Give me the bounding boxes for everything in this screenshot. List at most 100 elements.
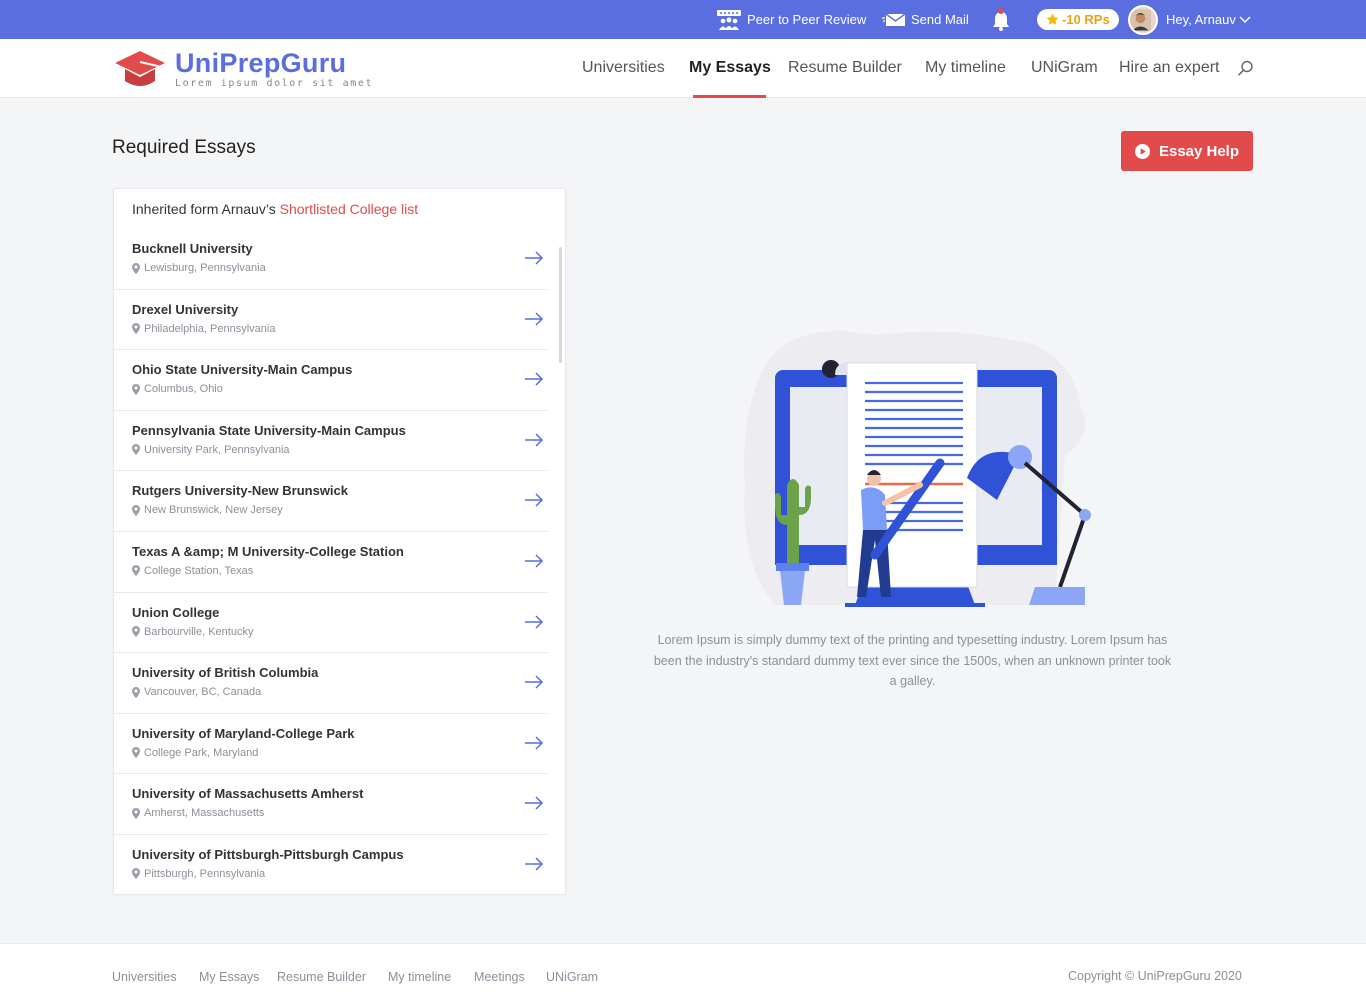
peer-review-label: Peer to Peer Review (747, 12, 867, 27)
send-mail-link[interactable]: Send Mail (882, 0, 969, 39)
university-location: College Station, Texas (132, 565, 253, 577)
university-location-text: Vancouver, BC, Canada (144, 686, 262, 699)
footer-link-my-essays[interactable]: My Essays (199, 970, 259, 984)
university-location-text: Pittsburgh, Pennsylvania (144, 867, 266, 880)
arrow-right-icon[interactable] (524, 433, 544, 447)
university-name: Union College (132, 604, 220, 620)
university-location: University Park, Pennsylvania (132, 444, 290, 456)
footer-link-resume-builder[interactable]: Resume Builder (277, 970, 366, 984)
arrow-right-icon[interactable] (524, 736, 544, 750)
footer-link-meetings[interactable]: Meetings (474, 970, 525, 984)
top-bar: Peer to Peer Review Send Mail -10 RPs He… (0, 0, 1366, 39)
university-name: University of Massachusetts Amherst (132, 786, 364, 802)
brand-logo[interactable]: UniPrepGuru Lorem ipsum dolor sit amet (113, 47, 373, 91)
university-location-text: New Brunswick, New Jersey (144, 504, 283, 517)
university-location: New Brunswick, New Jersey (132, 504, 283, 516)
peer-review-icon (717, 9, 741, 30)
university-row[interactable]: Texas A &amp; M University-College Stati… (114, 532, 548, 593)
university-row[interactable]: University of Pittsburgh-Pittsburgh Camp… (114, 835, 548, 896)
search-icon[interactable] (1237, 60, 1254, 77)
arrow-right-icon[interactable] (524, 312, 544, 326)
chevron-down-icon (1239, 15, 1251, 23)
university-location-text: College Station, Texas (144, 564, 254, 577)
map-pin-icon (132, 565, 140, 577)
brand-tagline: Lorem ipsum dolor sit amet (175, 78, 374, 89)
essay-illustration (744, 331, 1091, 607)
university-name: Pennsylvania State University-Main Campu… (132, 422, 406, 438)
university-location-text: Amherst, Massachusetts (144, 807, 265, 820)
nav-unigram[interactable]: UNiGram (1031, 59, 1098, 77)
essay-help-label: Essay Help (1158, 142, 1240, 160)
brand-name: UniPrepGuru (175, 48, 347, 78)
footer-link-universities[interactable]: Universities (112, 970, 177, 984)
notifications-button[interactable] (990, 0, 1017, 39)
university-name: Texas A &amp; M University-College Stati… (132, 543, 404, 559)
university-location: College Park, Maryland (132, 747, 258, 759)
arrow-right-icon[interactable] (524, 554, 544, 568)
footer-link-unigram[interactable]: UNiGram (546, 970, 598, 984)
university-row[interactable]: Drexel University Philadelphia, Pennsylva… (114, 290, 548, 351)
university-row[interactable]: University of Massachusetts Amherst Amher… (114, 774, 548, 835)
user-greeting: Hey, Arnauv (1166, 12, 1236, 27)
university-location: Barbourville, Kentucky (132, 626, 253, 638)
university-row[interactable]: University of Maryland-College Park Colle… (114, 714, 548, 775)
university-location-text: Barbourville, Kentucky (144, 625, 254, 638)
university-name: University of Maryland-College Park (132, 725, 355, 741)
arrow-right-icon[interactable] (524, 796, 544, 810)
arrow-right-icon[interactable] (524, 857, 544, 871)
arrow-right-icon[interactable] (524, 675, 544, 689)
map-pin-icon (132, 747, 140, 759)
university-location: Pittsburgh, Pennsylvania (132, 868, 265, 880)
footer-link-my-timeline[interactable]: My timeline (388, 970, 451, 984)
shortlisted-college-link[interactable]: Shortlisted College list (280, 201, 419, 217)
university-name: University of British Columbia (132, 665, 319, 681)
nav-hire-an-expert[interactable]: Hire an expert (1119, 59, 1220, 77)
university-name: Drexel University (132, 301, 239, 317)
empty-state-description: Lorem Ipsum is simply dummy text of the … (653, 633, 1172, 688)
page-title: Required Essays (112, 137, 256, 158)
reward-points-label: -10 RPs (1062, 12, 1110, 27)
user-menu[interactable]: Hey, Arnauv (1128, 0, 1256, 39)
card-header: Inherited form Arnauv’s Shortlisted Coll… (132, 201, 418, 217)
send-mail-label: Send Mail (911, 12, 969, 27)
university-location-text: Philadelphia, Pennsylvania (144, 322, 276, 335)
reward-points-badge[interactable]: -10 RPs (1037, 9, 1119, 30)
star-icon (1046, 13, 1059, 25)
arrow-right-icon[interactable] (524, 372, 544, 386)
arrow-right-icon[interactable] (524, 251, 544, 265)
essay-university-card: Inherited form Arnauv’s Shortlisted Coll… (113, 188, 566, 895)
map-pin-icon (132, 383, 140, 395)
peer-review-link[interactable]: Peer to Peer Review (716, 0, 866, 39)
map-pin-icon (132, 444, 140, 456)
nav-my-essays[interactable]: My Essays (689, 59, 771, 77)
main-header: UniPrepGuru Lorem ipsum dolor sit amet U… (0, 39, 1366, 98)
university-location: Lewisburg, Pennsylvania (132, 262, 266, 274)
list-scrollbar[interactable] (559, 247, 562, 363)
nav-resume-builder[interactable]: Resume Builder (788, 59, 902, 77)
copyright-text: Copyright © UniPrepGuru 2020 (1068, 969, 1242, 983)
graduation-cap-icon (115, 51, 165, 86)
essay-help-button[interactable]: Essay Help (1121, 131, 1253, 171)
university-location: Vancouver, BC, Canada (132, 686, 261, 698)
mail-icon (882, 12, 906, 26)
university-row[interactable]: Pennsylvania State University-Main Campu… (114, 411, 548, 472)
university-row[interactable]: Rutgers University-New Brunswick New Brun… (114, 471, 548, 532)
nav-my-timeline[interactable]: My timeline (925, 59, 1006, 77)
university-location: Amherst, Massachusetts (132, 807, 264, 819)
nav-universities[interactable]: Universities (582, 59, 665, 77)
avatar (1128, 4, 1158, 35)
university-row[interactable]: Union College Barbourville, Kentucky (114, 593, 548, 654)
university-location-text: Lewisburg, Pennsylvania (144, 262, 266, 274)
arrow-right-icon[interactable] (524, 493, 544, 507)
arrow-right-icon[interactable] (524, 615, 544, 629)
bell-icon (993, 7, 1009, 31)
university-name: Bucknell University (132, 241, 253, 256)
university-name: Ohio State University-Main Campus (132, 362, 353, 378)
map-pin-icon (132, 868, 140, 880)
university-row[interactable]: University of British Columbia Vancouver,… (114, 653, 548, 714)
university-location-text: Columbus, Ohio (144, 383, 223, 396)
university-row[interactable]: Bucknell University Lewisburg, Pennsylvan… (114, 229, 548, 290)
university-name: Rutgers University-New Brunswick (132, 483, 349, 499)
university-row[interactable]: Ohio State University-Main Campus Columbu… (114, 350, 548, 411)
map-pin-icon (132, 262, 140, 274)
